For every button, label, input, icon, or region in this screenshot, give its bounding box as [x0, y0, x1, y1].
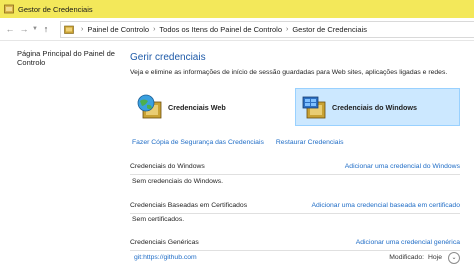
page-description: Veja e elimine as informações de início … — [130, 69, 448, 76]
section-title: Credenciais do Windows — [130, 163, 205, 170]
add-generic-credential-link[interactable]: Adicionar uma credencial genérica — [356, 239, 460, 246]
credential-actions: Fazer Cópia de Segurança das Credenciais… — [132, 139, 355, 146]
windows-vault-icon — [302, 96, 326, 119]
credential-row[interactable]: git:https://github.com Modificado: Hoje … — [130, 251, 460, 264]
breadcrumb-separator-icon: › — [153, 26, 156, 33]
breadcrumb-control-panel[interactable]: Painel de Controlo — [87, 25, 149, 34]
windows-credentials-label: Credenciais do Windows — [332, 102, 418, 112]
breadcrumb-credential-manager[interactable]: Gestor de Credenciais — [292, 25, 367, 34]
breadcrumb-all-items[interactable]: Todos os Itens do Painel de Controlo — [159, 25, 282, 34]
left-pane: Página Principal do Painel de Controlo — [0, 41, 118, 266]
empty-windows-credentials-text: Sem credenciais do Windows. — [132, 178, 224, 185]
web-credentials-tab[interactable]: Credenciais Web — [132, 88, 282, 126]
empty-certificates-text: Sem certificados. — [132, 216, 185, 223]
forward-arrow-icon[interactable]: → — [17, 21, 31, 37]
modified-label: Modificado: — [389, 254, 425, 261]
address-bar[interactable]: › Painel de Controlo › Todos os Itens do… — [60, 21, 474, 38]
windows-credentials-section-header: Credenciais do Windows Adicionar uma cre… — [130, 159, 460, 175]
windows-credentials-tab[interactable]: Credenciais do Windows — [295, 88, 460, 126]
credential-meta: Modificado: Hoje ⌄ — [389, 251, 460, 264]
page-title: Gerir credenciais — [130, 52, 206, 63]
back-arrow-icon[interactable]: ← — [3, 21, 17, 37]
certificate-credentials-section-header: Credenciais Baseadas em Certificados Adi… — [130, 198, 460, 214]
web-credentials-label: Credenciais Web — [168, 102, 226, 112]
control-panel-home-link[interactable]: Página Principal do Painel de Controlo — [17, 49, 117, 67]
modified-value: Hoje — [428, 254, 442, 261]
add-windows-credential-link[interactable]: Adicionar uma credencial do Windows — [345, 163, 460, 170]
navigation-bar: ← → ▼ ↑ › Painel de Controlo › Todos os … — [0, 18, 474, 41]
credential-manager-icon — [4, 4, 14, 14]
control-panel-icon — [64, 25, 74, 34]
backup-credentials-link[interactable]: Fazer Cópia de Segurança das Credenciais — [132, 139, 264, 146]
add-certificate-credential-link[interactable]: Adicionar uma credencial baseada em cert… — [312, 202, 460, 209]
globe-vault-icon — [137, 94, 162, 119]
up-arrow-icon[interactable]: ↑ — [39, 21, 53, 37]
section-title: Credenciais Baseadas em Certificados — [130, 202, 248, 209]
chevron-down-icon[interactable]: ▼ — [31, 21, 39, 37]
expand-chevron-icon[interactable]: ⌄ — [448, 251, 460, 264]
credential-name[interactable]: git:https://github.com — [134, 254, 197, 261]
window-title: Gestor de Credenciais — [18, 4, 93, 14]
restore-credentials-link[interactable]: Restaurar Credenciais — [276, 139, 344, 146]
main-content: Gerir credenciais Veja e elimine as info… — [118, 41, 474, 266]
generic-credentials-section-header: Credenciais Genéricas Adicionar uma cred… — [130, 235, 460, 251]
title-bar: Gestor de Credenciais — [0, 0, 474, 19]
section-title: Credenciais Genéricas — [130, 239, 199, 246]
breadcrumb-separator-icon: › — [285, 26, 289, 33]
breadcrumb-separator-icon: › — [81, 26, 84, 33]
